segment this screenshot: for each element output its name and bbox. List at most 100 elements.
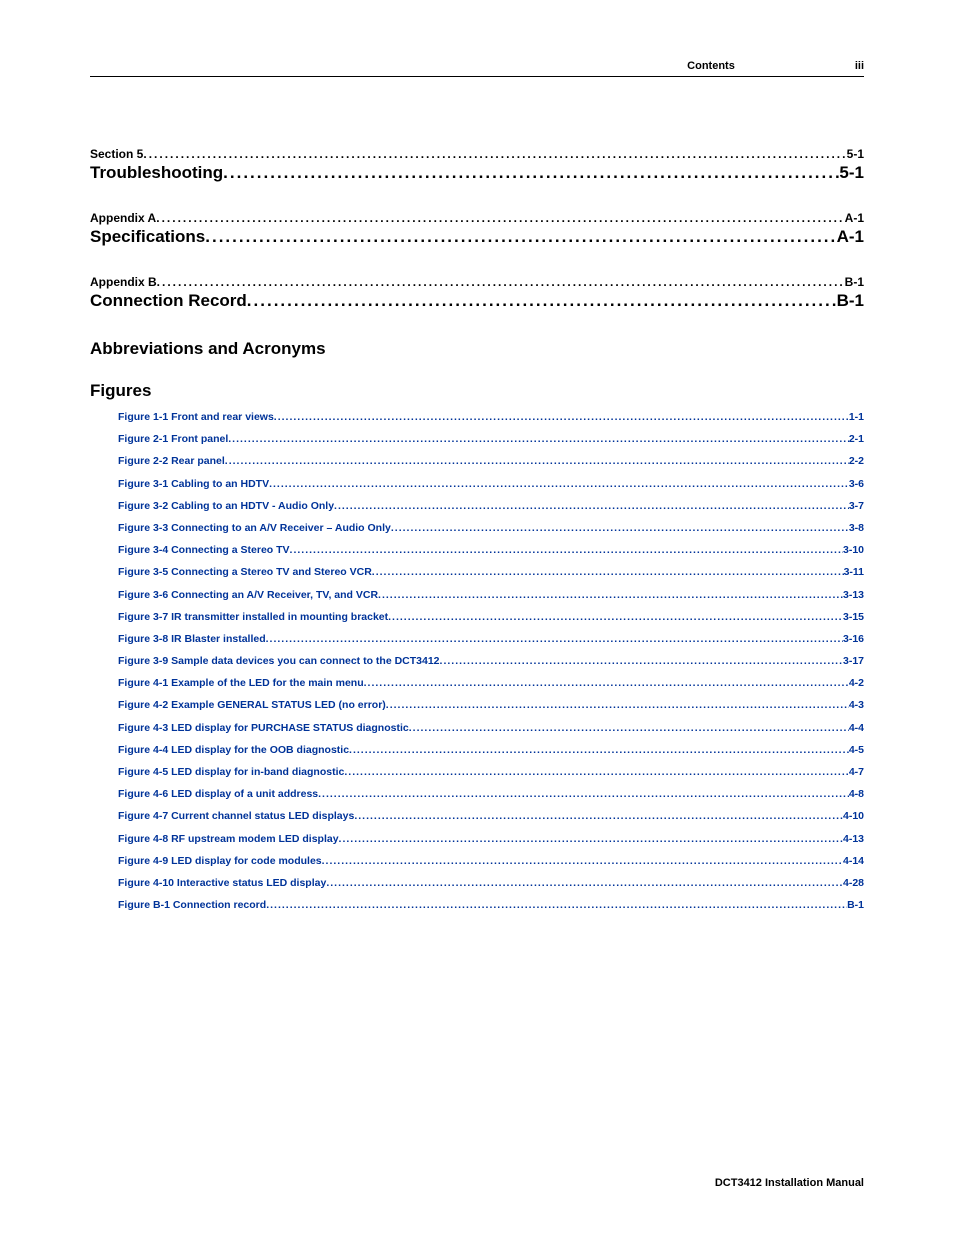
figure-page: 4-2: [849, 677, 864, 689]
toc-entry-small[interactable]: Section 5...............................…: [90, 147, 864, 161]
toc-leader: ........................................…: [223, 163, 839, 183]
toc-page: B-1: [837, 291, 864, 311]
figure-entry[interactable]: Figure 4-5 LED display for in-band diagn…: [118, 766, 864, 778]
figure-entry[interactable]: Figure 4-3 LED display for PURCHASE STAT…: [118, 722, 864, 734]
figure-entry[interactable]: Figure 4-9 LED display for code modules.…: [118, 855, 864, 867]
figure-leader: ........................................…: [266, 899, 847, 911]
figure-page: 1-1: [849, 411, 864, 423]
figure-entry[interactable]: Figure 4-4 LED display for the OOB diagn…: [118, 744, 864, 756]
figure-entry[interactable]: Figure 4-10 Interactive status LED displ…: [118, 877, 864, 889]
figure-leader: ........................................…: [326, 877, 843, 889]
page-header: Contents iii: [90, 60, 864, 77]
toc-entry-small[interactable]: Appendix B..............................…: [90, 275, 864, 289]
figure-label: Figure B-1 Connection record: [118, 899, 266, 911]
figure-page: 4-14: [843, 855, 864, 867]
toc-main: Section 5...............................…: [90, 147, 864, 311]
figure-entry[interactable]: Figure 3-4 Connecting a Stereo TV.......…: [118, 544, 864, 556]
figure-page: 3-17: [843, 655, 864, 667]
figure-page: 2-1: [849, 433, 864, 445]
figure-page: 4-13: [843, 833, 864, 845]
toc-page: B-1: [845, 275, 864, 289]
heading-abbreviations: Abbreviations and Acronyms: [90, 339, 864, 359]
figure-label: Figure 3-6 Connecting an A/V Receiver, T…: [118, 589, 378, 601]
figures-list: Figure 1-1 Front and rear views.........…: [90, 411, 864, 911]
figure-page: 4-28: [843, 877, 864, 889]
figure-leader: ........................................…: [274, 411, 849, 423]
figure-label: Figure 2-2 Rear panel: [118, 455, 225, 467]
toc-label: Specifications: [90, 227, 205, 247]
figure-label: Figure 4-7 Current channel status LED di…: [118, 810, 354, 822]
figure-entry[interactable]: Figure 4-6 LED display of a unit address…: [118, 788, 864, 800]
toc-entry-large[interactable]: Connection Record.......................…: [90, 291, 864, 311]
toc-label: Section 5: [90, 147, 143, 161]
figure-entry[interactable]: Figure 4-2 Example GENERAL STATUS LED (n…: [118, 699, 864, 711]
toc-label: Appendix B: [90, 275, 157, 289]
figure-label: Figure 2-1 Front panel: [118, 433, 228, 445]
figure-entry[interactable]: Figure 3-2 Cabling to an HDTV - Audio On…: [118, 500, 864, 512]
figure-label: Figure 4-4 LED display for the OOB diagn…: [118, 744, 349, 756]
figure-label: Figure 3-8 IR Blaster installed: [118, 633, 266, 645]
figure-leader: ........................................…: [334, 500, 849, 512]
figure-page: 4-10: [843, 810, 864, 822]
figure-entry[interactable]: Figure 3-8 IR Blaster installed.........…: [118, 633, 864, 645]
toc-block: Appendix B..............................…: [90, 275, 864, 311]
toc-block: Appendix A..............................…: [90, 211, 864, 247]
toc-leader: ........................................…: [157, 275, 845, 289]
figure-leader: ........................................…: [364, 677, 849, 689]
figure-page: 4-4: [849, 722, 864, 734]
figure-leader: ........................................…: [354, 810, 843, 822]
toc-entry-large[interactable]: Specifications..........................…: [90, 227, 864, 247]
toc-leader: ........................................…: [205, 227, 836, 247]
figure-page: 4-3: [849, 699, 864, 711]
figure-entry[interactable]: Figure 3-9 Sample data devices you can c…: [118, 655, 864, 667]
toc-entry-small[interactable]: Appendix A..............................…: [90, 211, 864, 225]
toc-page: 5-1: [839, 163, 864, 183]
figure-page: 3-10: [843, 544, 864, 556]
toc-entry-large[interactable]: Troubleshooting.........................…: [90, 163, 864, 183]
figure-page: B-1: [847, 899, 864, 911]
figure-label: Figure 3-3 Connecting to an A/V Receiver…: [118, 522, 391, 534]
figure-entry[interactable]: Figure 3-6 Connecting an A/V Receiver, T…: [118, 589, 864, 601]
figure-leader: ........................................…: [388, 611, 843, 623]
figure-entry[interactable]: Figure 1-1 Front and rear views.........…: [118, 411, 864, 423]
toc-page: A-1: [845, 211, 864, 225]
figure-leader: ........................................…: [440, 655, 843, 667]
toc-page: 5-1: [847, 147, 864, 161]
figure-entry[interactable]: Figure 4-7 Current channel status LED di…: [118, 810, 864, 822]
figure-leader: ........................................…: [318, 788, 849, 800]
figure-page: 3-7: [849, 500, 864, 512]
figure-entry[interactable]: Figure 3-7 IR transmitter installed in m…: [118, 611, 864, 623]
figure-entry[interactable]: Figure 4-1 Example of the LED for the ma…: [118, 677, 864, 689]
figure-leader: ........................................…: [409, 722, 849, 734]
figure-label: Figure 4-6 LED display of a unit address: [118, 788, 318, 800]
figure-leader: ........................................…: [290, 544, 843, 556]
figure-label: Figure 3-2 Cabling to an HDTV - Audio On…: [118, 500, 334, 512]
toc-block: Section 5...............................…: [90, 147, 864, 183]
figure-leader: ........................................…: [339, 833, 843, 845]
figure-label: Figure 3-9 Sample data devices you can c…: [118, 655, 440, 667]
figure-leader: ........................................…: [391, 522, 849, 534]
toc-page: A-1: [837, 227, 864, 247]
figure-leader: ........................................…: [322, 855, 843, 867]
figure-page: 3-13: [843, 589, 864, 601]
toc-leader: ........................................…: [247, 291, 837, 311]
figure-page: 3-6: [849, 478, 864, 490]
figure-label: Figure 1-1 Front and rear views: [118, 411, 274, 423]
toc-leader: ........................................…: [156, 211, 844, 225]
figure-entry[interactable]: Figure B-1 Connection record............…: [118, 899, 864, 911]
figure-leader: ........................................…: [378, 589, 843, 601]
figure-label: Figure 3-1 Cabling to an HDTV: [118, 478, 269, 490]
toc-label: Connection Record: [90, 291, 247, 311]
figure-label: Figure 4-9 LED display for code modules: [118, 855, 322, 867]
figure-entry[interactable]: Figure 4-8 RF upstream modem LED display…: [118, 833, 864, 845]
figure-entry[interactable]: Figure 3-5 Connecting a Stereo TV and St…: [118, 566, 864, 578]
figure-leader: ........................................…: [266, 633, 843, 645]
figure-entry[interactable]: Figure 2-1 Front panel..................…: [118, 433, 864, 445]
figure-entry[interactable]: Figure 3-1 Cabling to an HDTV...........…: [118, 478, 864, 490]
figure-page: 2-2: [849, 455, 864, 467]
figure-page: 3-15: [843, 611, 864, 623]
figure-entry[interactable]: Figure 2-2 Rear panel...................…: [118, 455, 864, 467]
toc-label: Troubleshooting: [90, 163, 223, 183]
figure-entry[interactable]: Figure 3-3 Connecting to an A/V Receiver…: [118, 522, 864, 534]
figure-label: Figure 4-3 LED display for PURCHASE STAT…: [118, 722, 409, 734]
